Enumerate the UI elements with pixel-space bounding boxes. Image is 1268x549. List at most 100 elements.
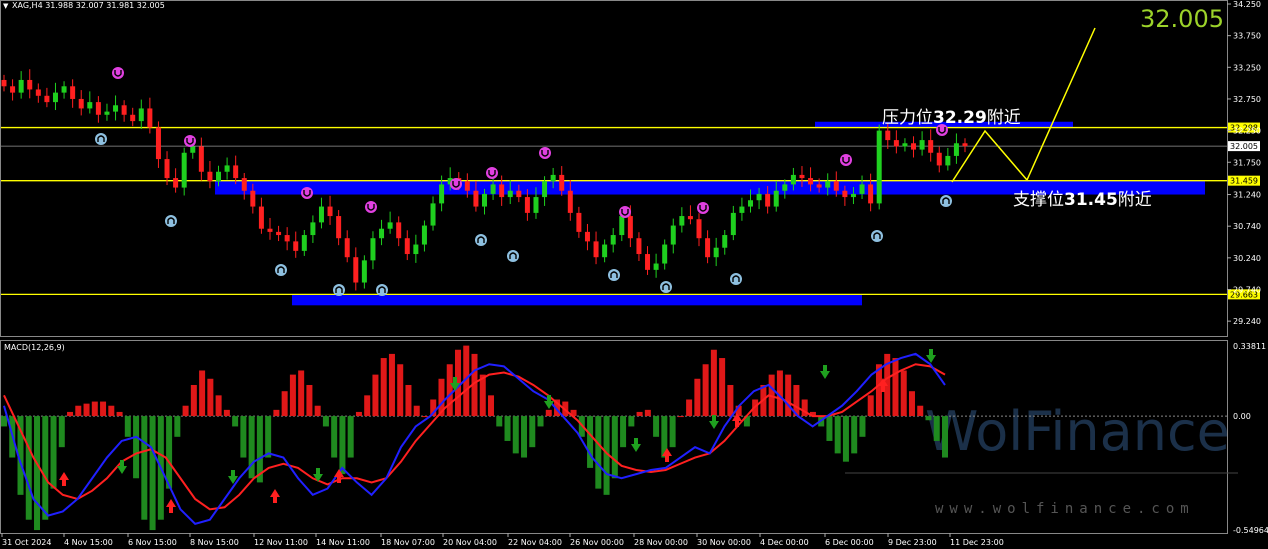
macd-histogram-bar xyxy=(859,416,866,437)
candle-body xyxy=(336,216,342,239)
macd-histogram-bar xyxy=(248,416,255,479)
up-fractal-marker xyxy=(275,264,287,276)
watermark-brand: WolFinance xyxy=(925,400,1230,463)
time-tick-label: 30 Nov 00:00 xyxy=(697,538,751,547)
macd-histogram-bar xyxy=(223,409,230,417)
price-tick-label: 32.750 xyxy=(1233,95,1261,104)
time-tick-label: 26 Nov 00:00 xyxy=(570,538,624,547)
candle-body xyxy=(902,143,908,147)
macd-histogram-bar xyxy=(785,374,792,417)
macd-histogram-bar xyxy=(50,416,57,489)
macd-tick-label: 0.00 xyxy=(1233,412,1251,421)
buy-cross-arrow-icon xyxy=(270,489,280,503)
macd-histogram-bar xyxy=(446,364,453,417)
support-prefix: 支撑位 xyxy=(1013,190,1064,210)
macd-histogram-bar xyxy=(166,416,173,489)
candle-body xyxy=(765,193,771,207)
candle-body xyxy=(181,152,187,188)
candle-body xyxy=(662,244,668,264)
macd-histogram-bar xyxy=(925,416,932,421)
macd-histogram-bar xyxy=(207,378,214,417)
sell-cross-arrow-icon xyxy=(926,349,936,363)
macd-histogram-bar xyxy=(595,416,602,489)
up-fractal-marker xyxy=(660,281,672,293)
macd-histogram-bar xyxy=(281,391,288,417)
candle-body xyxy=(78,98,84,109)
candle-body xyxy=(790,174,796,185)
candle-body xyxy=(842,190,848,198)
candle-body xyxy=(516,190,522,198)
macd-histogram-bar xyxy=(298,370,305,417)
candle-body xyxy=(70,86,76,99)
time-tick-label: 6 Dec 00:00 xyxy=(825,538,874,547)
time-axis: 31 Oct 2024 4 Nov 15:00 6 Nov 15:00 8 Nov 1… xyxy=(1,533,1004,547)
price-tick-label: 29.240 xyxy=(1233,317,1261,326)
candle-body xyxy=(207,171,213,182)
candle-body xyxy=(310,222,316,236)
down-fractal-marker xyxy=(301,187,313,199)
candle-body xyxy=(739,206,745,213)
down-fractal-marker xyxy=(840,154,852,166)
candle-body xyxy=(404,238,410,255)
macd-histogram-bar xyxy=(421,416,428,418)
candle-body xyxy=(155,127,161,160)
macd-histogram-bar xyxy=(149,416,156,531)
candle-body xyxy=(198,146,204,172)
symbol-header: XAG,H4 31.988 32.007 31.981 32.005 xyxy=(12,1,165,10)
time-tick-label: 22 Nov 04:00 xyxy=(508,538,562,547)
macd-histogram-bar xyxy=(75,405,82,417)
macd-histogram-bar xyxy=(628,416,635,427)
time-tick-label: 9 Dec 23:00 xyxy=(888,538,937,547)
up-fractal-marker xyxy=(475,234,487,246)
candle-body xyxy=(318,206,324,223)
macd-histogram-bar xyxy=(677,416,684,418)
candle-body xyxy=(267,228,273,232)
macd-histogram-bar xyxy=(488,395,495,417)
candle-body xyxy=(138,108,144,122)
projection-path xyxy=(951,27,1096,183)
candle-body xyxy=(679,216,685,226)
time-tick-label: 8 Nov 15:00 xyxy=(190,538,239,547)
macd-histogram-bar xyxy=(719,358,726,417)
macd-histogram-bar xyxy=(933,416,940,441)
price-tick-label: 31.240 xyxy=(1233,191,1261,200)
candle-body xyxy=(250,190,256,207)
macd-histogram-bar xyxy=(702,364,709,417)
candle-body xyxy=(87,102,93,109)
macd-histogram-bar xyxy=(867,395,874,417)
macd-histogram-bar xyxy=(851,416,858,454)
sell-cross-arrow-icon xyxy=(631,438,641,452)
macd-histogram-bar xyxy=(521,416,528,458)
macd-histogram-bar xyxy=(190,384,197,417)
support-suffix: 附近 xyxy=(1118,190,1152,210)
candle-body xyxy=(859,184,865,194)
symbol-dropdown-icon[interactable]: ▼ xyxy=(3,2,9,10)
macd-histogram-bar xyxy=(710,349,717,417)
resistance-annotation: 压力位32.29附近 xyxy=(882,108,1021,128)
price-axis: 34.250 33.750 33.250 32.750 32.250 31.750 31.2… xyxy=(1227,0,1261,326)
down-fractal-marker xyxy=(486,167,498,179)
candle-body xyxy=(370,238,376,261)
sell-cross-arrow-icon xyxy=(117,460,127,474)
candle-body xyxy=(104,111,110,115)
buy-cross-arrow-icon xyxy=(59,472,69,486)
up-fractal-marker xyxy=(871,230,883,242)
macd-histogram-bar xyxy=(727,384,734,417)
candle-body xyxy=(241,178,247,191)
candle-body xyxy=(190,146,196,153)
down-fractal-marker xyxy=(619,206,631,218)
candle-body xyxy=(722,235,728,248)
candle-body xyxy=(893,140,899,147)
macd-histogram-bar xyxy=(314,405,321,417)
macd-histogram-bar xyxy=(826,416,833,441)
candle-body xyxy=(833,181,839,191)
macd-histogram-bar xyxy=(91,401,98,417)
candle-body xyxy=(430,203,436,226)
candlestick-series xyxy=(1,69,968,291)
price-tick-label: 31.750 xyxy=(1233,158,1261,167)
candle-body xyxy=(876,130,882,204)
candle-body xyxy=(473,190,479,207)
time-tick-label: 6 Nov 15:00 xyxy=(128,538,177,547)
candle-body xyxy=(885,130,891,141)
macd-title: MACD(12,26,9) xyxy=(4,343,65,352)
